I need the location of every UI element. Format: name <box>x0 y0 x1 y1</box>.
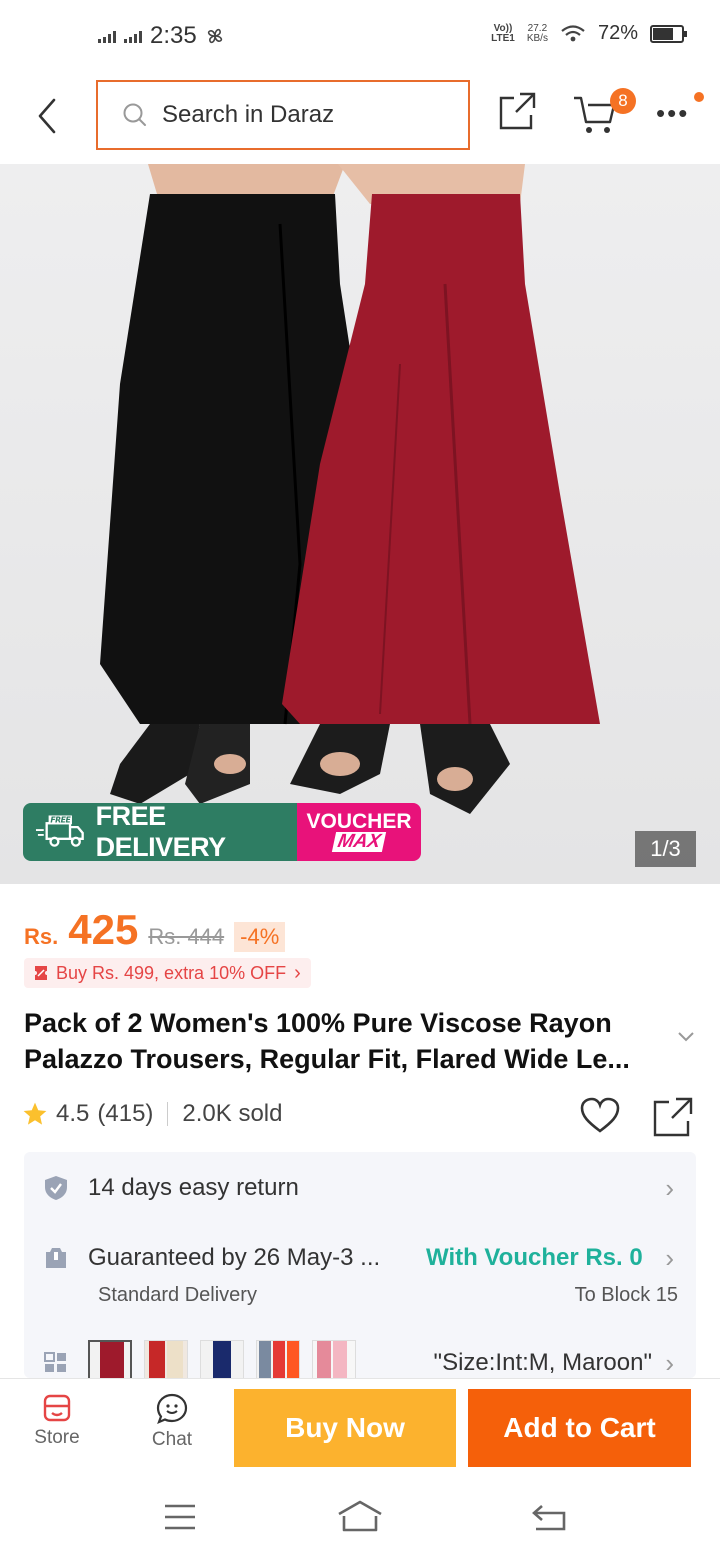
pinwheel-icon <box>207 28 222 44</box>
delivery-guarantee: Guaranteed by 26 May-3 ... <box>88 1244 381 1271</box>
free-delivery-text: FREE DELIVERY <box>95 803 227 861</box>
network-speed: 27.2 KB/s <box>526 22 548 44</box>
store-icon <box>43 1394 71 1422</box>
search-placeholder: Search in Daraz <box>162 101 335 128</box>
star-icon <box>23 1102 47 1125</box>
product-image[interactable]: FREE FREE DELIVERY VOUCHER MAX 1/3 <box>0 164 720 884</box>
bundle-deal[interactable]: Buy Rs. 499, extra 10% OFF › <box>24 958 311 988</box>
sold-count: 2.0K sold <box>182 1100 283 1127</box>
battery-icon <box>650 24 687 43</box>
rating-value: 4.5 <box>56 1100 90 1127</box>
chat-label: Chat <box>151 1429 193 1450</box>
max-text: MAX <box>331 831 387 852</box>
status-bar: 2:35 Vo)) LTE1 27.2 KB/s 72% <box>0 0 720 76</box>
variant-thumb-grey-orange[interactable] <box>256 1340 300 1380</box>
variant-thumb-navy[interactable] <box>200 1340 244 1380</box>
chevron-right-icon: › <box>294 961 301 984</box>
more-options-icon[interactable]: ••• <box>656 98 689 129</box>
variant-thumbnails <box>88 1340 356 1380</box>
delivery-destination[interactable]: To Block 15 <box>575 1284 678 1307</box>
delivery-truck-icon: FREE <box>35 815 84 847</box>
delivery-row[interactable]: Guaranteed by 26 May-3 ... With Voucher … <box>24 1240 696 1276</box>
deal-text: Buy Rs. 499, extra 10% OFF <box>56 962 287 983</box>
chevron-right-icon: › <box>665 1348 674 1378</box>
add-to-cart-button[interactable]: Add to Cart <box>468 1389 691 1467</box>
svg-text:FREE: FREE <box>50 816 71 825</box>
coupon-icon <box>35 966 47 980</box>
status-right: Vo)) LTE1 27.2 KB/s 72% <box>491 22 687 45</box>
search-icon <box>123 103 146 126</box>
battery-percent: 72% <box>597 22 638 44</box>
battery-fill <box>653 27 673 40</box>
share-icon[interactable] <box>498 90 538 132</box>
store-label: Store <box>34 1427 80 1448</box>
top-header: Search in Daraz 8 ••• <box>0 76 720 164</box>
shield-check-icon <box>45 1176 67 1200</box>
signal-icon-2 <box>124 29 142 43</box>
search-input[interactable]: Search in Daraz <box>96 80 470 150</box>
product-title: Pack of 2 Women's 100% Pure Viscose Rayo… <box>24 1008 630 1074</box>
buy-now-button[interactable]: Buy Now <box>234 1389 456 1467</box>
bottom-action-bar: Store Chat Buy Now Add to Cart <box>0 1378 720 1478</box>
free-delivery-badge: FREE FREE DELIVERY <box>23 803 297 861</box>
back-nav-icon[interactable] <box>530 1502 568 1532</box>
variant-thumb-pink[interactable] <box>312 1340 356 1380</box>
chevron-right-icon: › <box>665 1172 674 1203</box>
system-nav-bar <box>0 1478 720 1560</box>
signal-icon <box>98 29 116 43</box>
divider <box>167 1102 169 1126</box>
discount-badge: -4% <box>234 922 286 952</box>
variant-thumb-red-cream[interactable] <box>144 1340 188 1380</box>
services-panel: 14 days easy return › Guaranteed by 26 M… <box>24 1152 696 1380</box>
back-arrow-icon[interactable] <box>28 94 68 138</box>
chevron-right-icon: › <box>665 1242 674 1273</box>
price-original: Rs. 444 <box>148 924 225 949</box>
variants-grid-icon <box>44 1352 66 1372</box>
voucher-max-badge: VOUCHER MAX <box>297 803 421 861</box>
chevron-down-icon[interactable] <box>676 1030 696 1044</box>
clock: 2:35 <box>150 22 197 49</box>
share-icon-2[interactable] <box>652 1096 694 1138</box>
voucher-text: VOUCHER <box>306 810 412 833</box>
home-icon[interactable] <box>336 1498 384 1534</box>
price-row: Rs. 425 Rs. 444 -4% <box>24 906 286 954</box>
notification-dot <box>694 92 704 102</box>
return-policy-text: 14 days easy return <box>88 1174 299 1201</box>
variant-thumb-maroon[interactable] <box>88 1340 132 1380</box>
review-count: (415) <box>97 1100 154 1127</box>
image-pager: 1/3 <box>635 831 696 867</box>
voucher-offer[interactable]: With Voucher Rs. 0 <box>426 1244 643 1272</box>
recent-apps-icon[interactable] <box>162 1502 198 1532</box>
wifi-icon <box>561 24 585 41</box>
chat-icon <box>156 1393 188 1424</box>
volte-indicator: Vo)) LTE1 <box>491 22 515 44</box>
status-left: 2:35 <box>98 22 225 50</box>
price-current: 425 <box>68 906 139 953</box>
selected-variant[interactable]: "Size:Int:M, Maroon" <box>434 1349 652 1377</box>
package-icon <box>46 1248 66 1268</box>
delivery-type: Standard Delivery <box>98 1284 257 1306</box>
promo-banner: FREE FREE DELIVERY VOUCHER MAX <box>23 803 421 861</box>
palazzo-photo <box>100 164 600 814</box>
cart-count-badge: 8 <box>610 88 636 114</box>
rating-row[interactable]: 4.5 (415) 2.0K sold <box>22 1100 282 1128</box>
return-policy-row[interactable]: 14 days easy return › <box>24 1170 696 1206</box>
store-tab[interactable]: Store <box>12 1393 102 1449</box>
chat-tab[interactable]: Chat <box>127 1393 217 1451</box>
heart-icon[interactable] <box>580 1096 620 1136</box>
price-currency: Rs. <box>24 924 59 949</box>
